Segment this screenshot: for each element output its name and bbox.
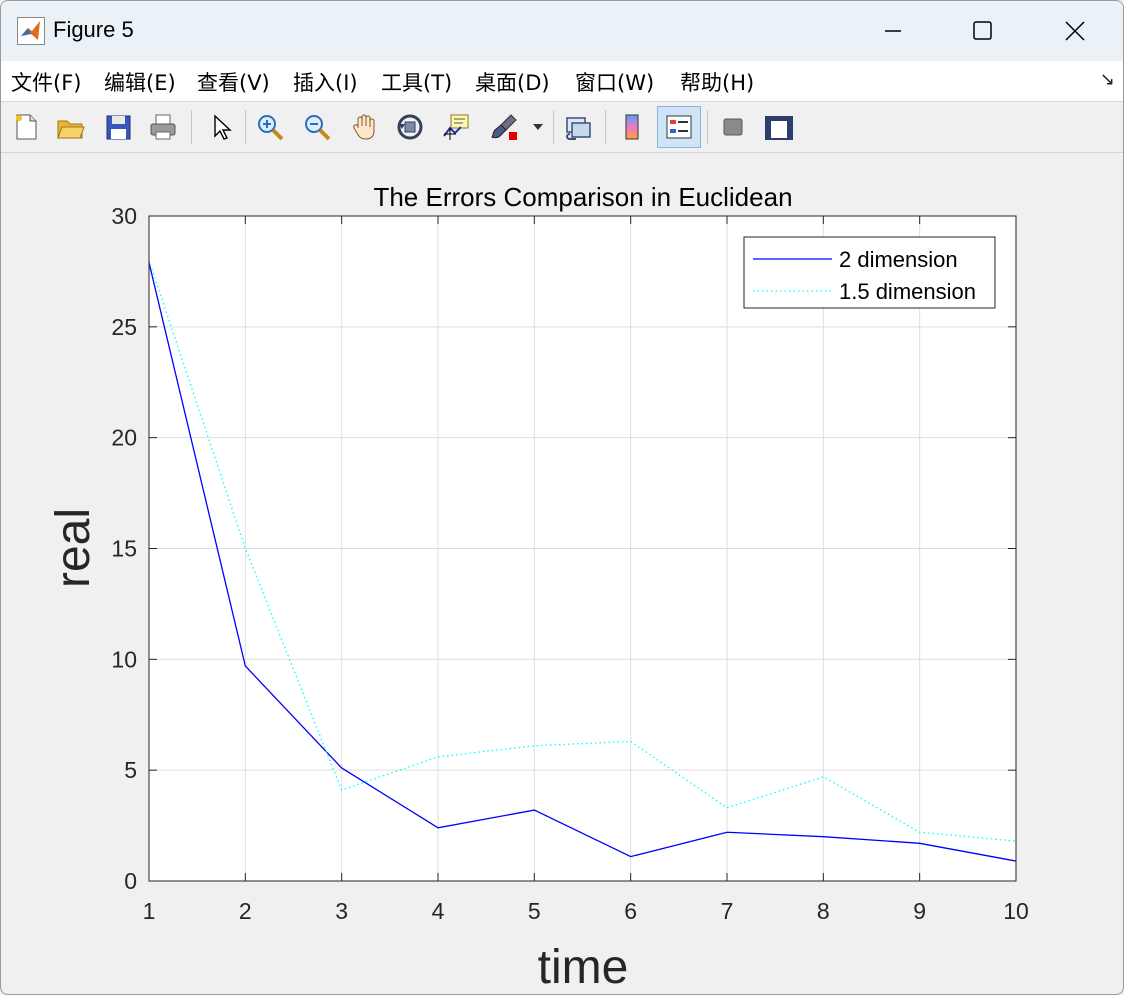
new-figure-icon[interactable] [7,108,45,146]
menu-insert[interactable]: 插入(I) [293,67,358,97]
pan-hand-icon[interactable] [346,108,384,146]
menu-window[interactable]: 窗口(W) [575,67,654,97]
legend-icon[interactable] [657,106,701,148]
menu-bar: 文件(F) 编辑(E) 查看(V) 插入(I) 工具(T) 桌面(D) 窗口(W… [1,61,1123,102]
menu-tools[interactable]: 工具(T) [381,67,452,97]
y-tick-label: 20 [111,425,137,451]
hide-plot-tools-icon[interactable] [713,108,751,146]
minimize-button[interactable] [847,1,939,61]
x-tick-label: 7 [721,898,734,924]
legend-label-1.5-dimension: 1.5 dimension [839,279,976,304]
menu-help[interactable]: 帮助(H) [680,67,754,97]
colorbar-icon[interactable] [613,108,651,146]
save-icon[interactable] [99,108,137,146]
y-tick-label: 15 [111,536,137,562]
print-icon[interactable] [144,108,182,146]
x-axis-label: time [538,941,629,994]
y-tick-label: 25 [111,314,137,340]
menu-view[interactable]: 查看(V) [197,67,270,97]
close-icon [1065,21,1085,41]
show-plot-tools-icon[interactable] [759,108,797,146]
link-plot-icon[interactable] [559,108,597,146]
maximize-icon [973,21,992,40]
menu-edit[interactable]: 编辑(E) [104,67,176,97]
toolbar-separator [245,110,246,144]
toolbar-separator [707,110,708,144]
x-tick-label: 4 [432,898,445,924]
y-tick-label: 30 [111,203,137,229]
y-axis-label: real [47,508,100,588]
brush-icon[interactable] [485,108,523,146]
maximize-button[interactable] [937,1,1029,61]
zoom-in-icon[interactable] [251,108,289,146]
plot-svg: 1 2 3 4 5 6 7 8 9 10 0 5 10 15 20 25 30 The Errors Compa… [47,182,1029,994]
x-tick-label: 9 [913,898,926,924]
matlab-logo-icon [17,17,45,45]
x-tick-label: 2 [239,898,252,924]
chart-title: The Errors Comparison in Euclidean [373,182,792,212]
toolbar-separator [553,110,554,144]
minimize-icon [885,30,901,32]
figure-window: Figure 5 文件(F) 编辑(E) 查看(V) 插入(I) 工具(T) 桌… [0,0,1124,995]
menu-desktop[interactable]: 桌面(D) [475,67,550,97]
open-folder-icon[interactable] [51,108,89,146]
x-tick-label: 8 [817,898,830,924]
menu-dock-arrow-icon[interactable]: ↘ [1100,69,1115,90]
zoom-out-icon[interactable] [298,108,336,146]
select-arrow-icon[interactable] [201,108,239,146]
close-button[interactable] [1029,1,1121,61]
legend[interactable]: 2 dimension 1.5 dimension [743,236,996,309]
legend-label-2-dimension: 2 dimension [839,247,958,272]
window-title: Figure 5 [53,17,134,42]
figure-canvas[interactable]: 1 2 3 4 5 6 7 8 9 10 0 5 10 15 20 25 30 The Errors Compa… [1,153,1123,994]
toolbar-separator [191,110,192,144]
x-tick-label: 5 [528,898,541,924]
brush-dropdown-icon[interactable] [527,108,549,146]
x-tick-label: 10 [1003,898,1029,924]
y-tick-label: 5 [124,757,137,783]
toolbar-separator [605,110,606,144]
x-tick-label: 1 [143,898,156,924]
figure-toolbar [1,102,1123,153]
menu-file[interactable]: 文件(F) [11,67,81,97]
x-tick-label: 6 [624,898,637,924]
y-tick-label: 10 [111,646,137,672]
data-cursor-icon[interactable] [437,108,475,146]
title-bar[interactable]: Figure 5 [1,1,1123,61]
y-tick-label: 0 [124,868,137,894]
x-tick-label: 3 [335,898,348,924]
rotate-3d-icon[interactable] [391,108,429,146]
